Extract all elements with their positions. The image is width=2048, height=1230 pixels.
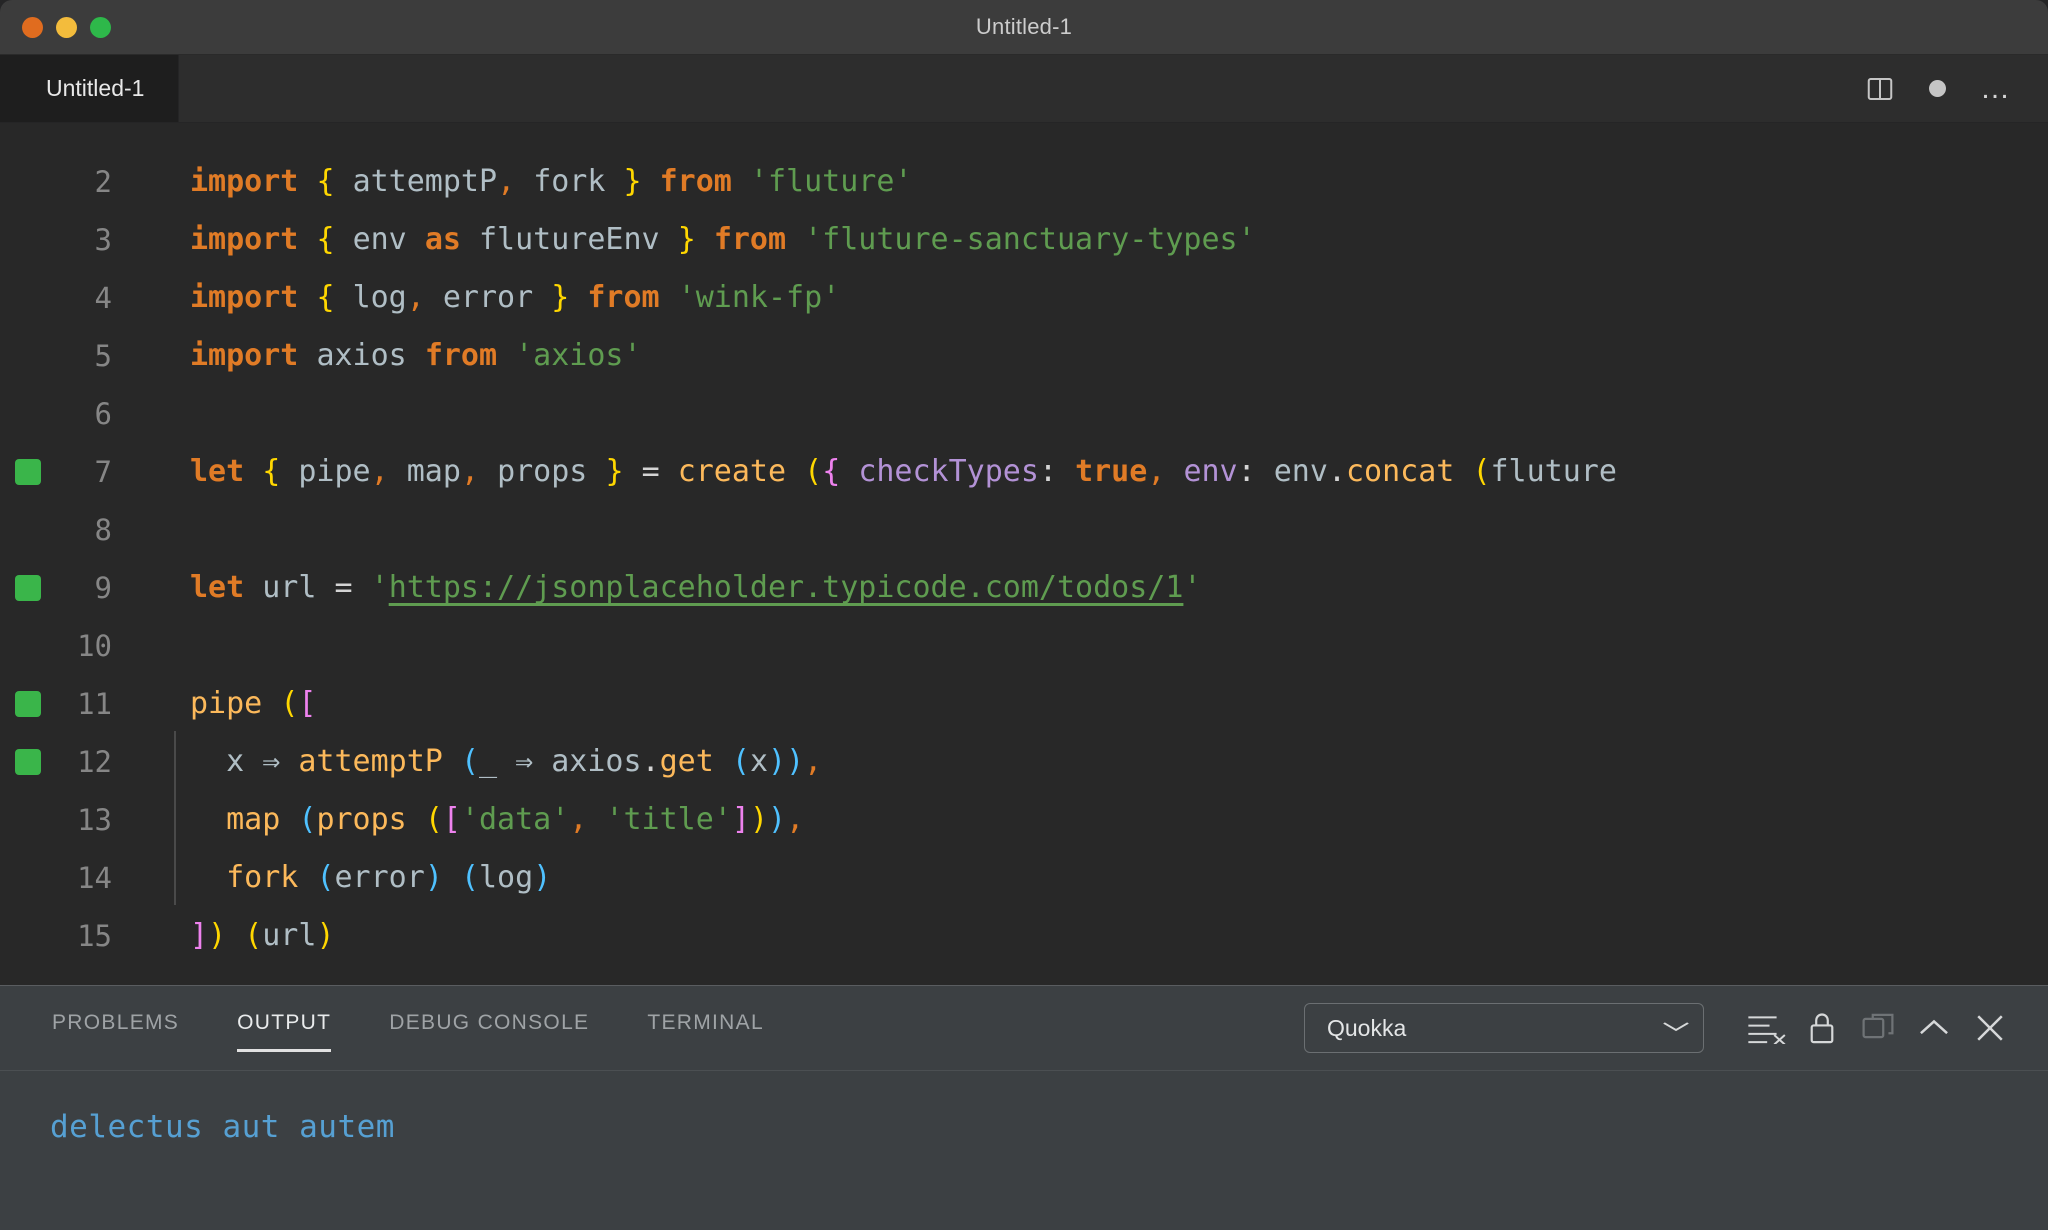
line-number: 6 bbox=[94, 397, 112, 431]
tab-problems-label: PROBLEMS bbox=[52, 1011, 180, 1034]
lock-scroll-icon[interactable] bbox=[1794, 1000, 1850, 1056]
tab-terminal-label: TERMINAL bbox=[647, 1011, 764, 1034]
split-editor-icon[interactable] bbox=[1865, 74, 1895, 104]
code-line-13: 13 map (props (['data', 'title'])), bbox=[0, 789, 2048, 849]
line-number: 8 bbox=[94, 513, 112, 547]
code-line-content: import { log, error } from 'wink-fp' bbox=[190, 280, 841, 315]
code-line-12: 12 x ⇒ attemptP (_ ⇒ axios.get (x)), bbox=[0, 731, 2048, 791]
chevron-down-icon bbox=[1660, 1019, 1693, 1037]
panel-tab-bar: PROBLEMS OUTPUT DEBUG CONSOLE TERMINAL Q… bbox=[0, 986, 2048, 1070]
line-number: 15 bbox=[77, 919, 112, 953]
code-line-8: 8 bbox=[0, 501, 2048, 559]
quokka-marker[interactable] bbox=[0, 749, 56, 775]
unsaved-dot-icon[interactable] bbox=[1929, 80, 1946, 97]
code-line-content: import { attemptP, fork } from 'fluture' bbox=[190, 164, 913, 199]
window-title: Untitled-1 bbox=[975, 14, 1073, 39]
chevron-up-icon[interactable] bbox=[1906, 1000, 1962, 1056]
editor-top-clip bbox=[0, 123, 2048, 145]
traffic-lights bbox=[0, 16, 111, 38]
code-line-14: 14 fork (error) (log) bbox=[0, 847, 2048, 907]
output-content: delectus aut autem bbox=[0, 1070, 2048, 1230]
tab-output-label: OUTPUT bbox=[237, 1011, 332, 1034]
editor-tab-label: Untitled-1 bbox=[46, 75, 145, 101]
panel-toolbar: Quokka bbox=[1304, 1000, 2048, 1056]
code-line-content: let { pipe, map, props } = create ({ che… bbox=[190, 454, 1617, 489]
code-line-11: 11 pipe ([ bbox=[0, 675, 2048, 733]
code-line-7: 7 let { pipe, map, props } = create ({ c… bbox=[0, 443, 2048, 501]
minimize-window-button[interactable] bbox=[56, 16, 77, 38]
maximize-window-button[interactable] bbox=[90, 16, 111, 38]
tab-terminal[interactable]: TERMINAL bbox=[647, 1000, 764, 1056]
more-actions-icon[interactable]: … bbox=[1980, 73, 2012, 104]
code-editor[interactable]: import { create } from 'sanctuary' 2 imp… bbox=[0, 123, 2048, 985]
code-line-10: 10 bbox=[0, 617, 2048, 675]
url-link[interactable]: https://jsonplaceholder.typicode.com/tod… bbox=[389, 570, 1184, 605]
line-number: 12 bbox=[77, 745, 112, 779]
code-line-content: pipe ([ bbox=[190, 686, 317, 721]
output-line: delectus aut autem bbox=[50, 1109, 395, 1145]
quokka-marker[interactable] bbox=[0, 575, 56, 601]
tab-output[interactable]: OUTPUT bbox=[237, 1000, 332, 1056]
output-channel-value: Quokka bbox=[1327, 1014, 1407, 1041]
line-number: 7 bbox=[94, 455, 112, 489]
code-line-content: map (props (['data', 'title'])), bbox=[134, 789, 804, 849]
quokka-marker[interactable] bbox=[0, 459, 56, 485]
code-line-2: 2 import { attemptP, fork } from 'flutur… bbox=[0, 153, 2048, 211]
tab-bar-spacer bbox=[179, 55, 1865, 122]
code-line-5: 5 import axios from 'axios' bbox=[0, 327, 2048, 385]
code-line-3: 3 import { env as flutureEnv } from 'flu… bbox=[0, 211, 2048, 269]
output-channel-select[interactable]: Quokka bbox=[1304, 1003, 1704, 1053]
code-line-content: let url = 'https://jsonplaceholder.typic… bbox=[190, 570, 1202, 605]
quokka-marker[interactable] bbox=[0, 691, 56, 717]
line-number: 5 bbox=[94, 339, 112, 373]
line-number: 11 bbox=[77, 687, 112, 721]
code-line-6: 6 bbox=[0, 385, 2048, 443]
code-line-content: import { env as flutureEnv } from 'flutu… bbox=[190, 222, 1256, 257]
code-line-content: fork (error) (log) bbox=[134, 847, 551, 907]
code-line-9: 9 let url = 'https://jsonplaceholder.typ… bbox=[0, 559, 2048, 617]
editor-actions: … bbox=[1865, 55, 2048, 122]
close-panel-icon[interactable] bbox=[1962, 1000, 2018, 1056]
close-window-button[interactable] bbox=[22, 16, 43, 38]
bottom-panel: PROBLEMS OUTPUT DEBUG CONSOLE TERMINAL Q… bbox=[0, 985, 2048, 1230]
code-line-content: import axios from 'axios' bbox=[190, 338, 642, 373]
code-line-15: 15 ]) (url) bbox=[0, 907, 2048, 965]
editor-tab-bar: Untitled-1 … bbox=[0, 55, 2048, 123]
line-number: 2 bbox=[94, 165, 112, 199]
tab-problems[interactable]: PROBLEMS bbox=[52, 1000, 179, 1056]
clear-output-icon[interactable] bbox=[1738, 1000, 1794, 1056]
line-number: 14 bbox=[77, 861, 112, 895]
line-number: 4 bbox=[94, 281, 112, 315]
tab-debug-console[interactable]: DEBUG CONSOLE bbox=[389, 1000, 589, 1056]
code-rows: import { create } from 'sanctuary' 2 imp… bbox=[0, 123, 2048, 965]
vscode-window: Untitled-1 Untitled-1 … import { create … bbox=[0, 0, 2048, 1230]
line-number: 13 bbox=[77, 803, 112, 837]
code-line-4: 4 import { log, error } from 'wink-fp' bbox=[0, 269, 2048, 327]
line-number: 9 bbox=[94, 571, 112, 605]
code-line-content: ]) (url) bbox=[190, 918, 335, 953]
editor-tab-untitled-1[interactable]: Untitled-1 bbox=[0, 55, 180, 122]
tab-debug-console-label: DEBUG CONSOLE bbox=[389, 1011, 590, 1034]
open-new-window-icon[interactable] bbox=[1850, 1000, 1906, 1056]
code-line-content: x ⇒ attemptP (_ ⇒ axios.get (x)), bbox=[134, 731, 822, 791]
line-number: 10 bbox=[77, 629, 112, 663]
title-bar: Untitled-1 bbox=[0, 0, 2048, 55]
line-number: 3 bbox=[94, 223, 112, 257]
